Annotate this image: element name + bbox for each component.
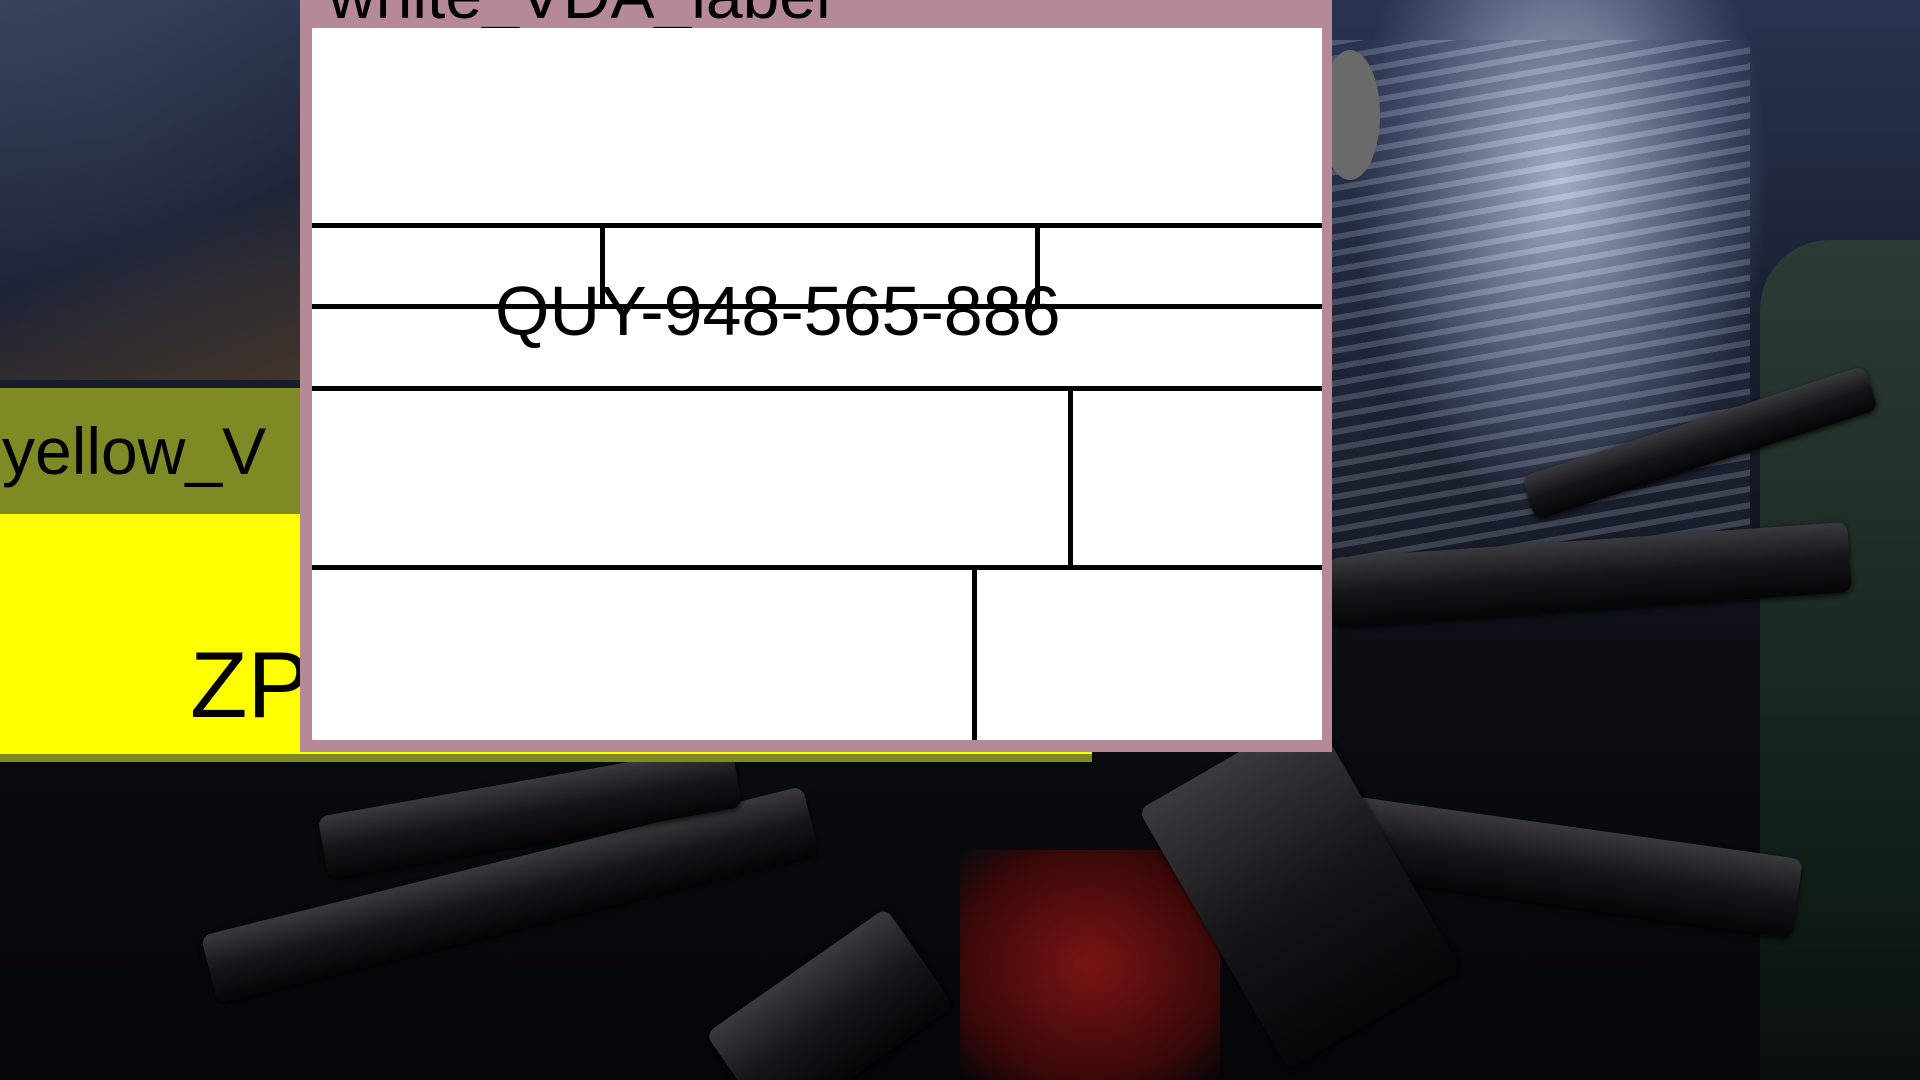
background-figure-right [1760, 240, 1920, 1080]
label-divider [312, 223, 1322, 228]
background-figure-left [0, 0, 300, 380]
label-divider [972, 565, 977, 740]
white-label-title: white_VDA_label [328, 0, 831, 28]
label-divider [312, 386, 1322, 391]
label-divider [312, 565, 1322, 570]
white-label-body [312, 28, 1322, 740]
yellow-label-code: ZP [190, 632, 311, 737]
yellow-label-title: yellow_V [2, 414, 267, 488]
canvas: yellow_V ZP white_VDA_label QUY-948-565-… [0, 0, 1920, 1080]
white-vda-label: white_VDA_label QUY-948-565-886 [300, 0, 1332, 752]
label-divider [1068, 386, 1073, 566]
background-rifle [705, 907, 955, 1080]
white-label-code: QUY-948-565-886 [495, 272, 1061, 350]
